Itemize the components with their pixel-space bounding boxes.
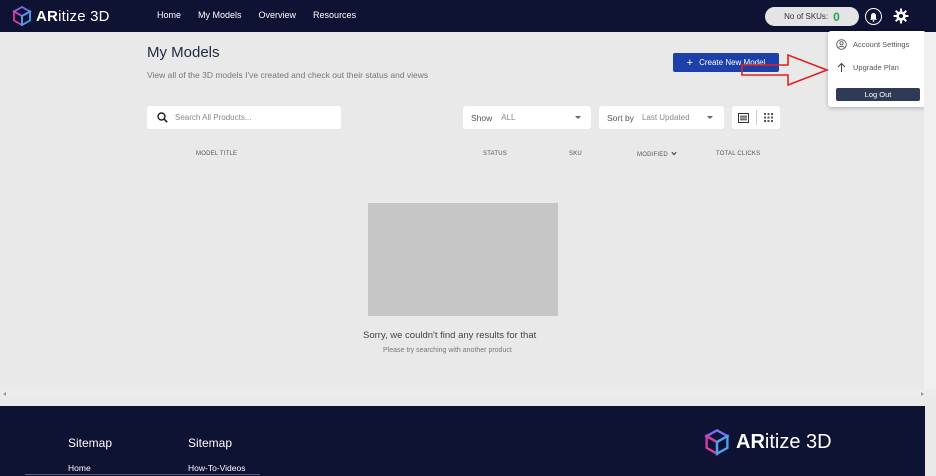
logout-button[interactable]: Log Out (836, 88, 920, 101)
arrow-up-icon (837, 62, 846, 72)
sku-label: No of SKUs: (784, 12, 829, 21)
nav-item-home[interactable]: Home (157, 10, 181, 20)
column-header-model-title[interactable]: MODEL TITLE (196, 151, 237, 157)
footer-brand-logo[interactable]: ARitize 3D (704, 428, 832, 456)
view-toggle (732, 106, 780, 129)
top-navbar: ARitize 3D Home My Models Overview Resou… (0, 0, 936, 32)
footer-link-home[interactable]: Home (68, 463, 91, 473)
column-header-total-clicks[interactable]: TOTAL CLICKS (716, 151, 760, 157)
sort-label: Sort by (607, 112, 634, 123)
nav-item-my-models[interactable]: My Models (198, 10, 242, 20)
search-input[interactable] (175, 113, 325, 122)
column-header-status[interactable]: STATUS (483, 151, 507, 157)
main-nav: Home My Models Overview Resources (157, 10, 373, 20)
vertical-scrollbar-track[interactable] (924, 32, 936, 399)
list-view-icon (738, 112, 750, 123)
empty-state-subtitle: Please try searching with another produc… (383, 347, 512, 354)
footer-brand-name: ARitize 3D (736, 430, 832, 453)
chevron-down-icon (671, 151, 677, 156)
page-subtitle: View all of the 3D models I've created a… (147, 70, 429, 80)
brand-name: ARitize 3D (36, 7, 110, 25)
empty-state-title: Sorry, we couldn't find any results for … (363, 330, 537, 341)
nav-item-overview[interactable]: Overview (259, 10, 297, 20)
menu-item-upgrade-plan[interactable]: Upgrade Plan (836, 62, 899, 73)
horizontal-scrollbar[interactable] (0, 389, 936, 399)
red-annotation-arrow-icon (741, 53, 830, 87)
column-header-label: MODIFIED (637, 152, 668, 158)
scroll-right-icon[interactable] (921, 392, 924, 396)
user-circle-icon (836, 39, 847, 50)
sort-by-select[interactable]: Sort by Last Updated (599, 106, 724, 129)
menu-item-label: Account Settings (853, 40, 910, 49)
scroll-left-icon[interactable] (3, 392, 6, 396)
menu-item-account-settings[interactable]: Account Settings (836, 39, 909, 50)
account-dropdown-menu: Account Settings Upgrade Plan Log Out (828, 31, 926, 107)
footer: Sitemap Sitemap Home How-To-Videos ARiti… (0, 406, 925, 476)
cube-logo-icon (704, 428, 730, 456)
notification-bell-icon[interactable] (865, 8, 882, 25)
gear-icon[interactable] (893, 8, 909, 24)
footer-divider (25, 474, 260, 475)
cube-logo-icon (12, 6, 32, 26)
empty-state-image (368, 203, 558, 316)
nav-item-resources[interactable]: Resources (313, 10, 356, 20)
show-filter-select[interactable]: Show ALL (463, 106, 591, 129)
sort-value: Last Updated (641, 113, 690, 122)
grid-view-button[interactable] (757, 106, 781, 129)
menu-item-label: Upgrade Plan (853, 63, 899, 72)
footer-heading-sitemap: Sitemap (68, 436, 113, 450)
plus-icon: + (686, 56, 694, 69)
chevron-down-icon (575, 116, 581, 119)
footer-link-how-to-videos[interactable]: How-To-Videos (188, 463, 245, 473)
column-header-modified[interactable]: MODIFIED (637, 151, 677, 158)
show-label: Show (471, 112, 493, 123)
search-icon (157, 112, 168, 123)
column-header-sku[interactable]: SKU (569, 151, 582, 157)
page-title: My Models (147, 44, 220, 61)
brand-logo[interactable]: ARitize 3D (12, 6, 110, 26)
sku-count: 0 (833, 9, 840, 24)
chevron-down-icon (707, 116, 713, 119)
list-view-button[interactable] (732, 106, 756, 129)
show-value: ALL (501, 113, 516, 122)
grid-view-icon (763, 113, 773, 122)
footer-heading-sitemap-2: Sitemap (188, 436, 233, 450)
search-bar (147, 106, 341, 129)
sku-counter: No of SKUs: 0 (765, 7, 859, 26)
